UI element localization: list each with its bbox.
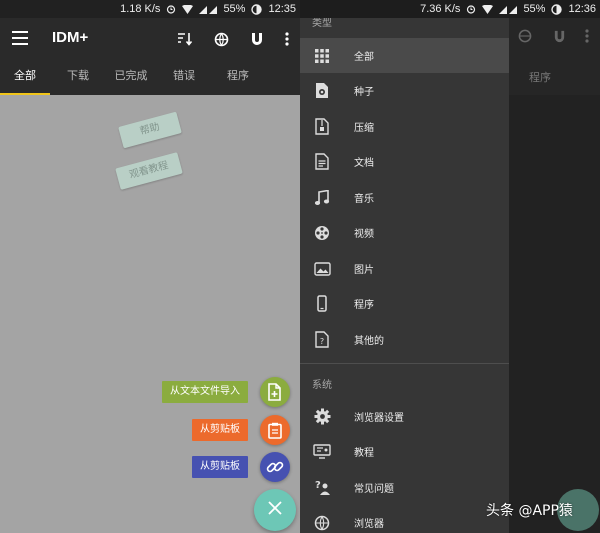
battery-icon — [551, 3, 563, 15]
image-icon — [312, 259, 332, 279]
close-icon — [267, 500, 283, 520]
drawer-item-video[interactable]: 视频 — [300, 215, 509, 250]
fab-paste-link-label[interactable]: 从剪贴板 — [192, 456, 248, 478]
net-speed: 1.18 K/s — [120, 3, 161, 15]
net-speed: 7.36 K/s — [420, 3, 461, 15]
gear-icon — [312, 407, 332, 427]
hamburger-menu-icon[interactable] — [12, 31, 28, 45]
drawer-item-documents[interactable]: 文档 — [300, 144, 509, 179]
archive-file-icon — [312, 117, 332, 137]
svg-text:?: ? — [315, 480, 321, 491]
watermark: 头条 @APP猿 — [486, 503, 573, 519]
svg-text:?: ? — [320, 337, 324, 346]
film-reel-icon — [312, 223, 332, 243]
clock: 12:36 — [568, 3, 596, 15]
section-system-title: 系统 — [312, 380, 332, 391]
left-screen: 1.18 K/s 55% 12:35 IDM+ 全部 下载 已完成 错误 程序 … — [0, 0, 300, 533]
dimmed-tab-programs: 程序 — [529, 71, 551, 84]
tab-all[interactable]: 全部 — [0, 60, 50, 95]
wifi-icon — [482, 4, 494, 14]
wifi-icon — [182, 4, 194, 14]
drawer-item-all[interactable]: 全部 — [300, 38, 509, 73]
fab-clipboard-row: 从剪贴板 — [192, 415, 290, 445]
dimmed-magnet-icon — [553, 28, 566, 47]
right-screen: 程序 类型 全部 种子 压缩 文档 音乐 视频 图片 程序 ? 其他的 系统 浏… — [300, 0, 600, 533]
sort-icon[interactable] — [176, 30, 194, 48]
faq-icon: ? — [312, 478, 332, 498]
dimmed-more-icon — [585, 28, 589, 47]
tab-programs[interactable]: 程序 — [214, 60, 262, 95]
fab-import-file-row: 从文本文件导入 — [162, 377, 290, 407]
browser-icon[interactable] — [212, 30, 230, 48]
battery-icon — [251, 3, 263, 15]
drawer-item-programs[interactable]: 程序 — [300, 286, 509, 321]
drawer-item-others[interactable]: ? 其他的 — [300, 322, 509, 357]
clipboard-icon[interactable] — [260, 415, 290, 445]
link-icon[interactable] — [260, 452, 290, 482]
drawer-label: 视频 — [354, 229, 374, 240]
drawer-label: 文档 — [354, 158, 374, 169]
tab-downloading[interactable]: 下载 — [55, 60, 101, 95]
drawer-label: 浏览器 — [354, 519, 384, 530]
fab-clipboard-label[interactable]: 从剪贴板 — [192, 419, 248, 441]
tutorial-card[interactable]: 观看教程 — [115, 152, 183, 190]
tab-completed[interactable]: 已完成 — [106, 60, 156, 95]
magnet-icon[interactable] — [248, 30, 266, 48]
drawer-item-music[interactable]: 音乐 — [300, 180, 509, 215]
drawer-divider — [300, 363, 509, 364]
alarm-icon — [166, 4, 176, 14]
signal-icon — [499, 5, 518, 14]
drawer-item-browser-settings[interactable]: 浏览器设置 — [300, 399, 509, 434]
document-file-icon — [312, 152, 332, 172]
tutorial-icon — [312, 442, 332, 462]
tab-bar: 全部 下载 已完成 错误 程序 — [0, 60, 300, 95]
drawer-label: 程序 — [354, 300, 374, 311]
status-bar: 1.18 K/s 55% 12:35 — [0, 0, 300, 18]
help-card[interactable]: 帮助 — [118, 111, 182, 149]
more-vert-icon[interactable] — [278, 30, 296, 48]
drawer-item-images[interactable]: 图片 — [300, 251, 509, 286]
drawer-label: 全部 — [354, 52, 374, 63]
drawer-label: 常见问题 — [354, 484, 394, 495]
battery-percent: 55% — [523, 3, 546, 15]
torrent-file-icon — [312, 81, 332, 101]
drawer-label: 种子 — [354, 87, 374, 98]
drawer-label: 其他的 — [354, 336, 384, 347]
tab-errors[interactable]: 错误 — [162, 60, 206, 95]
grid-icon — [312, 46, 332, 66]
drawer-item-browser[interactable]: 浏览器 — [300, 505, 509, 533]
navigation-drawer: 类型 全部 种子 压缩 文档 音乐 视频 图片 程序 ? 其他的 系统 浏览器设… — [300, 0, 509, 533]
drawer-label: 教程 — [354, 448, 374, 459]
drawer-label: 音乐 — [354, 194, 374, 205]
globe-icon — [312, 513, 332, 533]
music-note-icon — [312, 188, 332, 208]
fab-paste-link-row: 从剪贴板 — [192, 452, 290, 482]
drawer-item-archive[interactable]: 压缩 — [300, 109, 509, 144]
fab-close-button[interactable] — [254, 489, 296, 531]
status-bar: 7.36 K/s 55% 12:36 — [300, 0, 600, 18]
battery-percent: 55% — [223, 3, 246, 15]
drawer-item-faq[interactable]: ? 常见问题 — [300, 470, 509, 505]
alarm-icon — [466, 4, 476, 14]
dimmed-browser-icon — [518, 28, 532, 47]
unknown-file-icon: ? — [312, 330, 332, 350]
drawer-item-tutorial[interactable]: 教程 — [300, 434, 509, 469]
import-file-icon[interactable] — [260, 377, 290, 407]
app-title: IDM+ — [52, 29, 89, 46]
fab-import-file-label[interactable]: 从文本文件导入 — [162, 381, 248, 403]
signal-icon — [199, 5, 218, 14]
drawer-label: 图片 — [354, 265, 374, 276]
drawer-label: 浏览器设置 — [354, 413, 404, 424]
clock: 12:35 — [268, 3, 296, 15]
app-bar: IDM+ — [0, 18, 300, 60]
drawer-label: 压缩 — [354, 123, 374, 134]
drawer-item-torrent[interactable]: 种子 — [300, 73, 509, 108]
phone-icon — [312, 294, 332, 314]
